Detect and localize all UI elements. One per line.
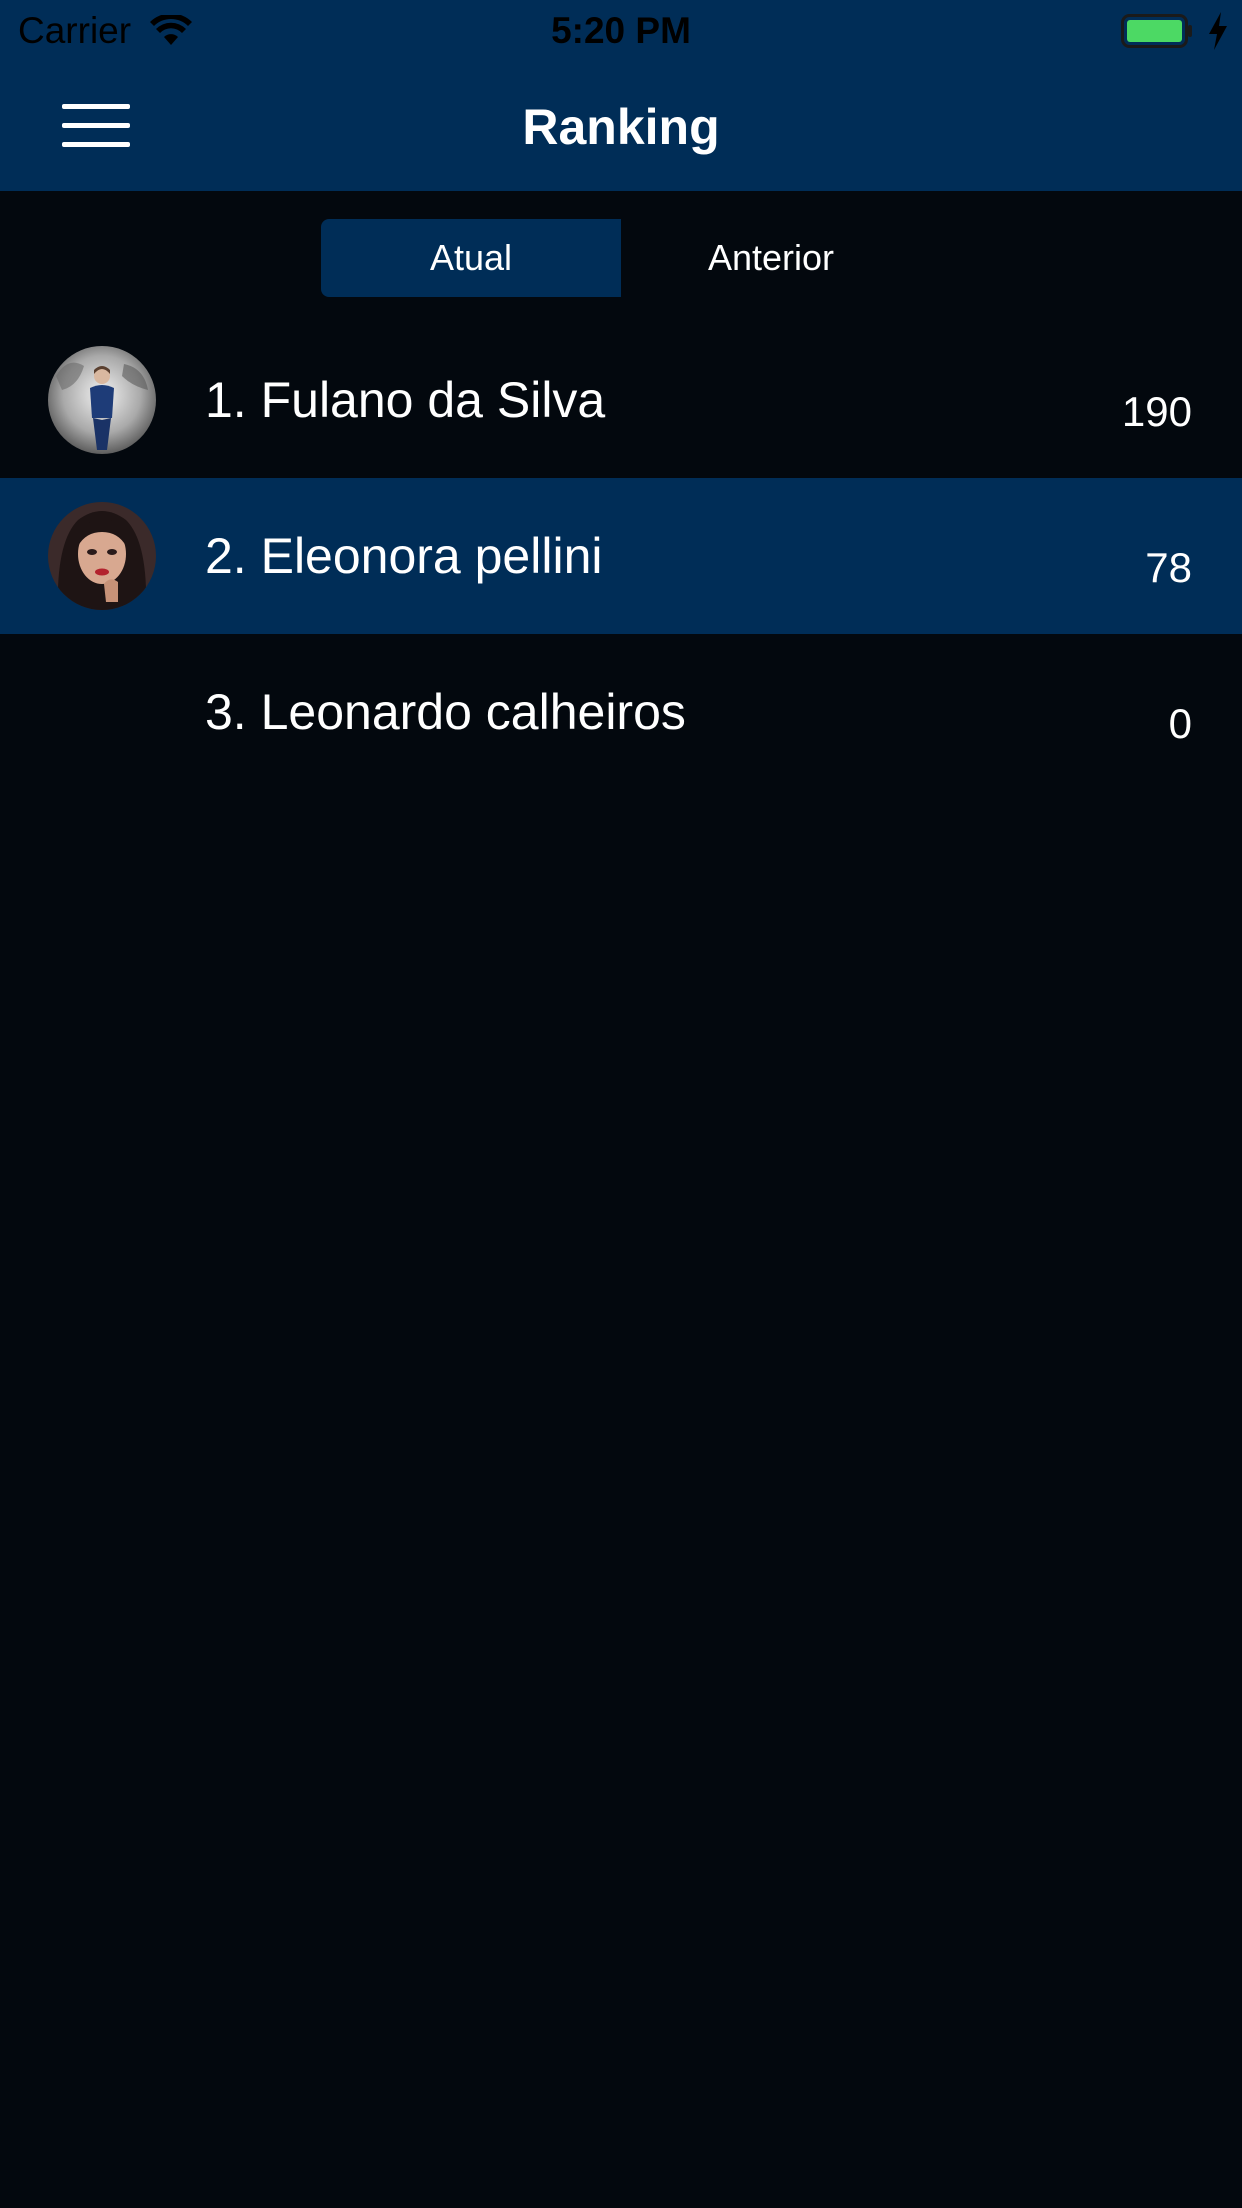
ranking-row[interactable]: 2. Eleonora pellini 78 — [0, 478, 1242, 634]
ranking-points: 190 — [1121, 388, 1192, 435]
page-title: Ranking — [522, 99, 720, 155]
ranking-list: 1. Fulano da Silva 190 2. Eleonora pelli… — [0, 322, 1242, 790]
battery-icon — [1121, 14, 1192, 48]
nav-bar: Ranking — [0, 62, 1242, 191]
ranking-period-tabs: Atual Anterior — [321, 219, 921, 297]
tab-anterior[interactable]: Anterior — [621, 219, 921, 297]
ranking-points: 78 — [1145, 544, 1192, 591]
ranking-name: 3. Leonardo calheiros — [205, 684, 686, 740]
ranking-name: 2. Eleonora pellini — [205, 528, 603, 584]
ranking-row[interactable]: 3. Leonardo calheiros 0 — [0, 634, 1242, 790]
status-time: 5:20 PM — [551, 10, 691, 51]
avatar — [48, 502, 156, 610]
tab-atual[interactable]: Atual — [321, 219, 621, 297]
status-bar: Carrier 5:20 PM — [0, 0, 1242, 62]
ranking-points: 0 — [1168, 700, 1192, 747]
charging-bolt-icon — [1209, 12, 1227, 50]
avatar — [48, 346, 156, 454]
ranking-row[interactable]: 1. Fulano da Silva 190 — [0, 322, 1242, 478]
ranking-name: 1. Fulano da Silva — [205, 372, 606, 428]
